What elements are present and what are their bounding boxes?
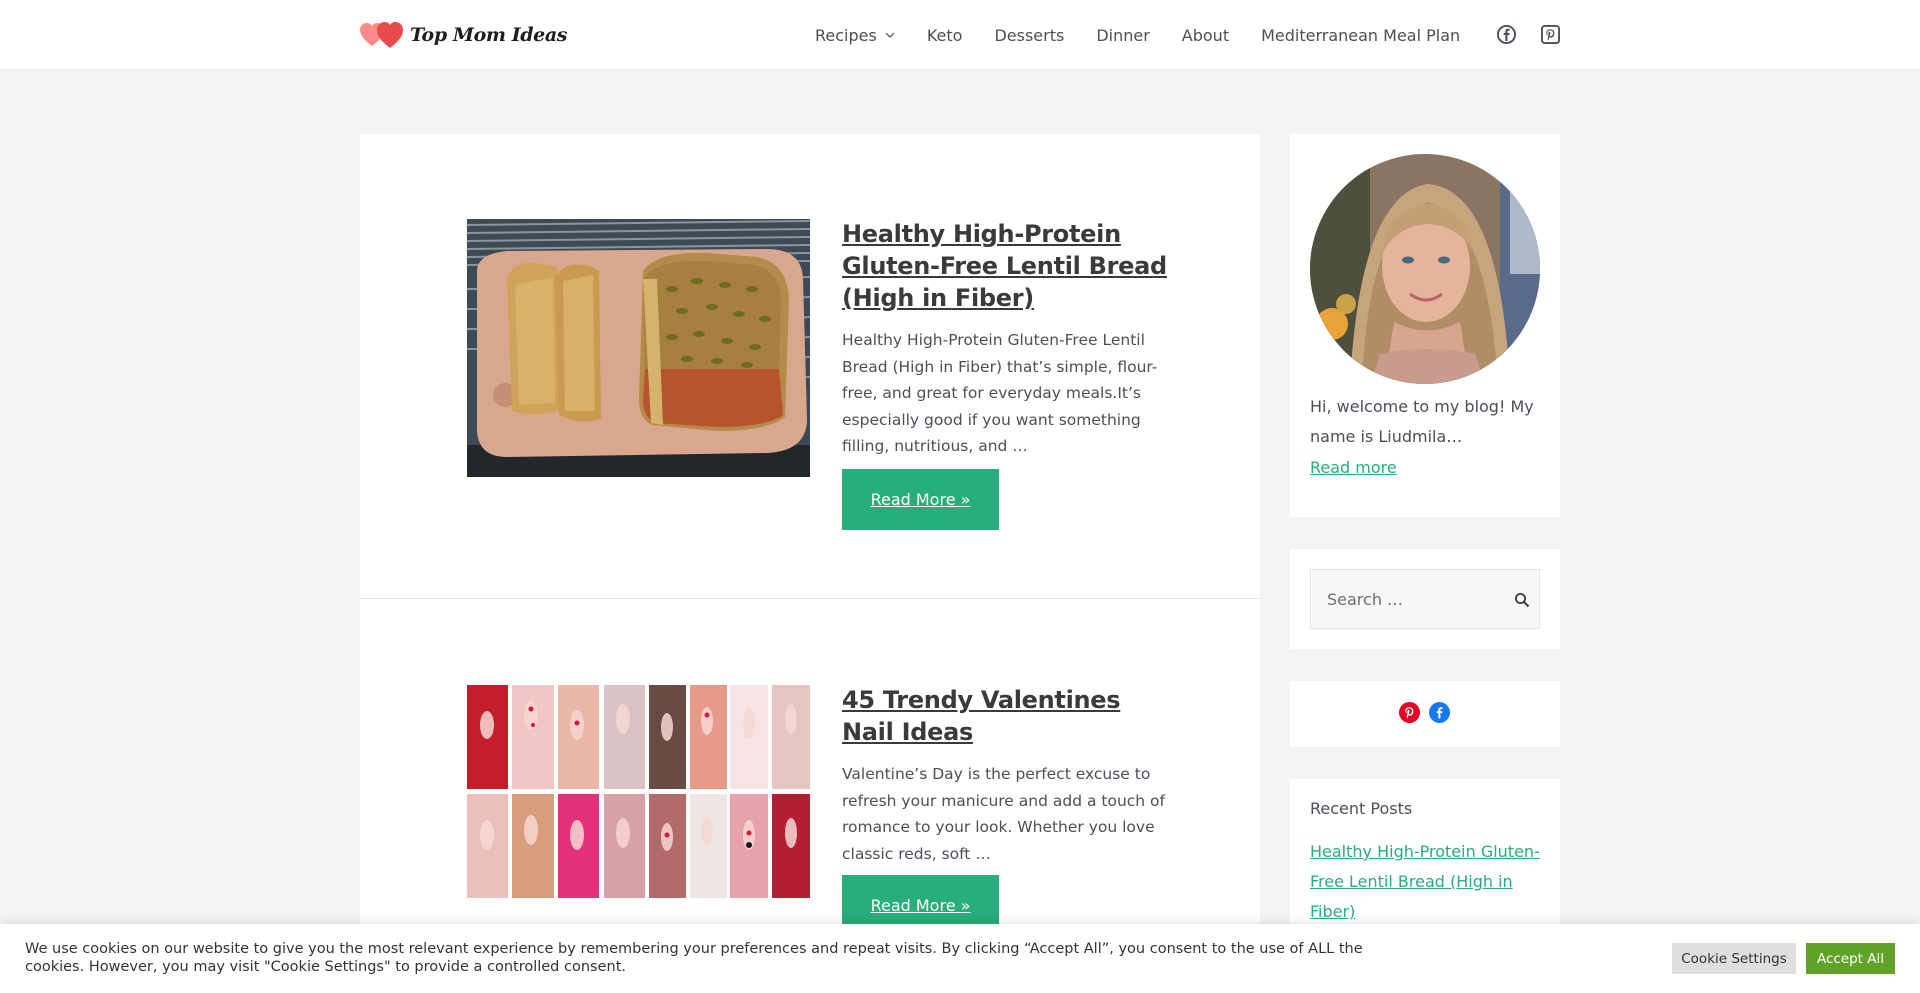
author-avatar <box>1310 154 1540 384</box>
nav-recipes[interactable]: Recipes <box>815 26 895 45</box>
cookie-text: We use cookies on our website to give yo… <box>25 941 1363 975</box>
pinterest-icon[interactable] <box>1541 25 1560 44</box>
site-header: Top Mom Ideas Recipes Keto Desserts Dinn… <box>0 0 1920 70</box>
accept-all-button[interactable]: Accept All <box>1806 943 1895 974</box>
nav-about[interactable]: About <box>1182 26 1229 45</box>
logo-text: Top Mom Ideas <box>410 24 568 46</box>
social-widget <box>1290 681 1560 747</box>
search-icon[interactable] <box>1514 592 1530 608</box>
search-widget <box>1290 549 1560 649</box>
post-excerpt: Valentine’s Day is the perfect excuse to… <box>842 765 1165 863</box>
nav-mediterranean-meal-plan[interactable]: Mediterranean Meal Plan <box>1261 26 1460 45</box>
about-read-more-link[interactable]: Read more <box>1310 453 1397 483</box>
search-input[interactable] <box>1311 570 1541 628</box>
pinterest-glyph-icon <box>1405 707 1414 719</box>
read-more-button[interactable]: Read More » <box>842 469 999 530</box>
bread-image <box>467 219 810 477</box>
facebook-glyph-icon <box>1436 707 1443 719</box>
post-title[interactable]: 45 Trendy Valentines Nail Ideas <box>842 684 1172 748</box>
post-thumbnail-lentil-bread[interactable] <box>467 219 810 477</box>
site-logo[interactable]: Top Mom Ideas <box>360 18 567 52</box>
search-box <box>1310 569 1541 629</box>
post-excerpt: Healthy High-Protein Gluten-Free Lentil … <box>842 331 1158 455</box>
cookie-settings-button[interactable]: Cookie Settings <box>1672 943 1796 974</box>
main-content: Healthy High-Protein Gluten-Free Lentil … <box>360 134 1260 993</box>
nav-desserts[interactable]: Desserts <box>994 26 1064 45</box>
post-title[interactable]: Healthy High-Protein Gluten-Free Lentil … <box>842 218 1172 314</box>
post-card: Healthy High-Protein Gluten-Free Lentil … <box>360 134 1260 599</box>
nav-recipes-label: Recipes <box>815 25 877 45</box>
cookie-consent-bar: We use cookies on our website to give yo… <box>0 924 1920 993</box>
author-photo <box>1310 154 1540 384</box>
post-thumbnail-valentines-nails[interactable] <box>467 685 810 898</box>
nav-keto[interactable]: Keto <box>927 26 963 45</box>
facebook-icon[interactable] <box>1497 25 1516 44</box>
chevron-down-icon <box>885 32 895 38</box>
pinterest-icon[interactable] <box>1399 702 1420 723</box>
about-text: Hi, welcome to my blog! My name is Liudm… <box>1310 397 1534 446</box>
recent-post-link[interactable]: Healthy High-Protein Gluten-Free Lentil … <box>1310 837 1540 927</box>
hearts-logo-icon <box>360 22 403 48</box>
facebook-icon[interactable] <box>1429 702 1450 723</box>
about-widget: Hi, welcome to my blog! My name is Liudm… <box>1290 134 1560 517</box>
nav-dinner[interactable]: Dinner <box>1096 26 1149 45</box>
main-nav: Recipes Keto Desserts Dinner About Medit… <box>815 0 1492 70</box>
nails-collage-image <box>467 685 810 898</box>
recent-posts-title: Recent Posts <box>1310 799 1413 818</box>
